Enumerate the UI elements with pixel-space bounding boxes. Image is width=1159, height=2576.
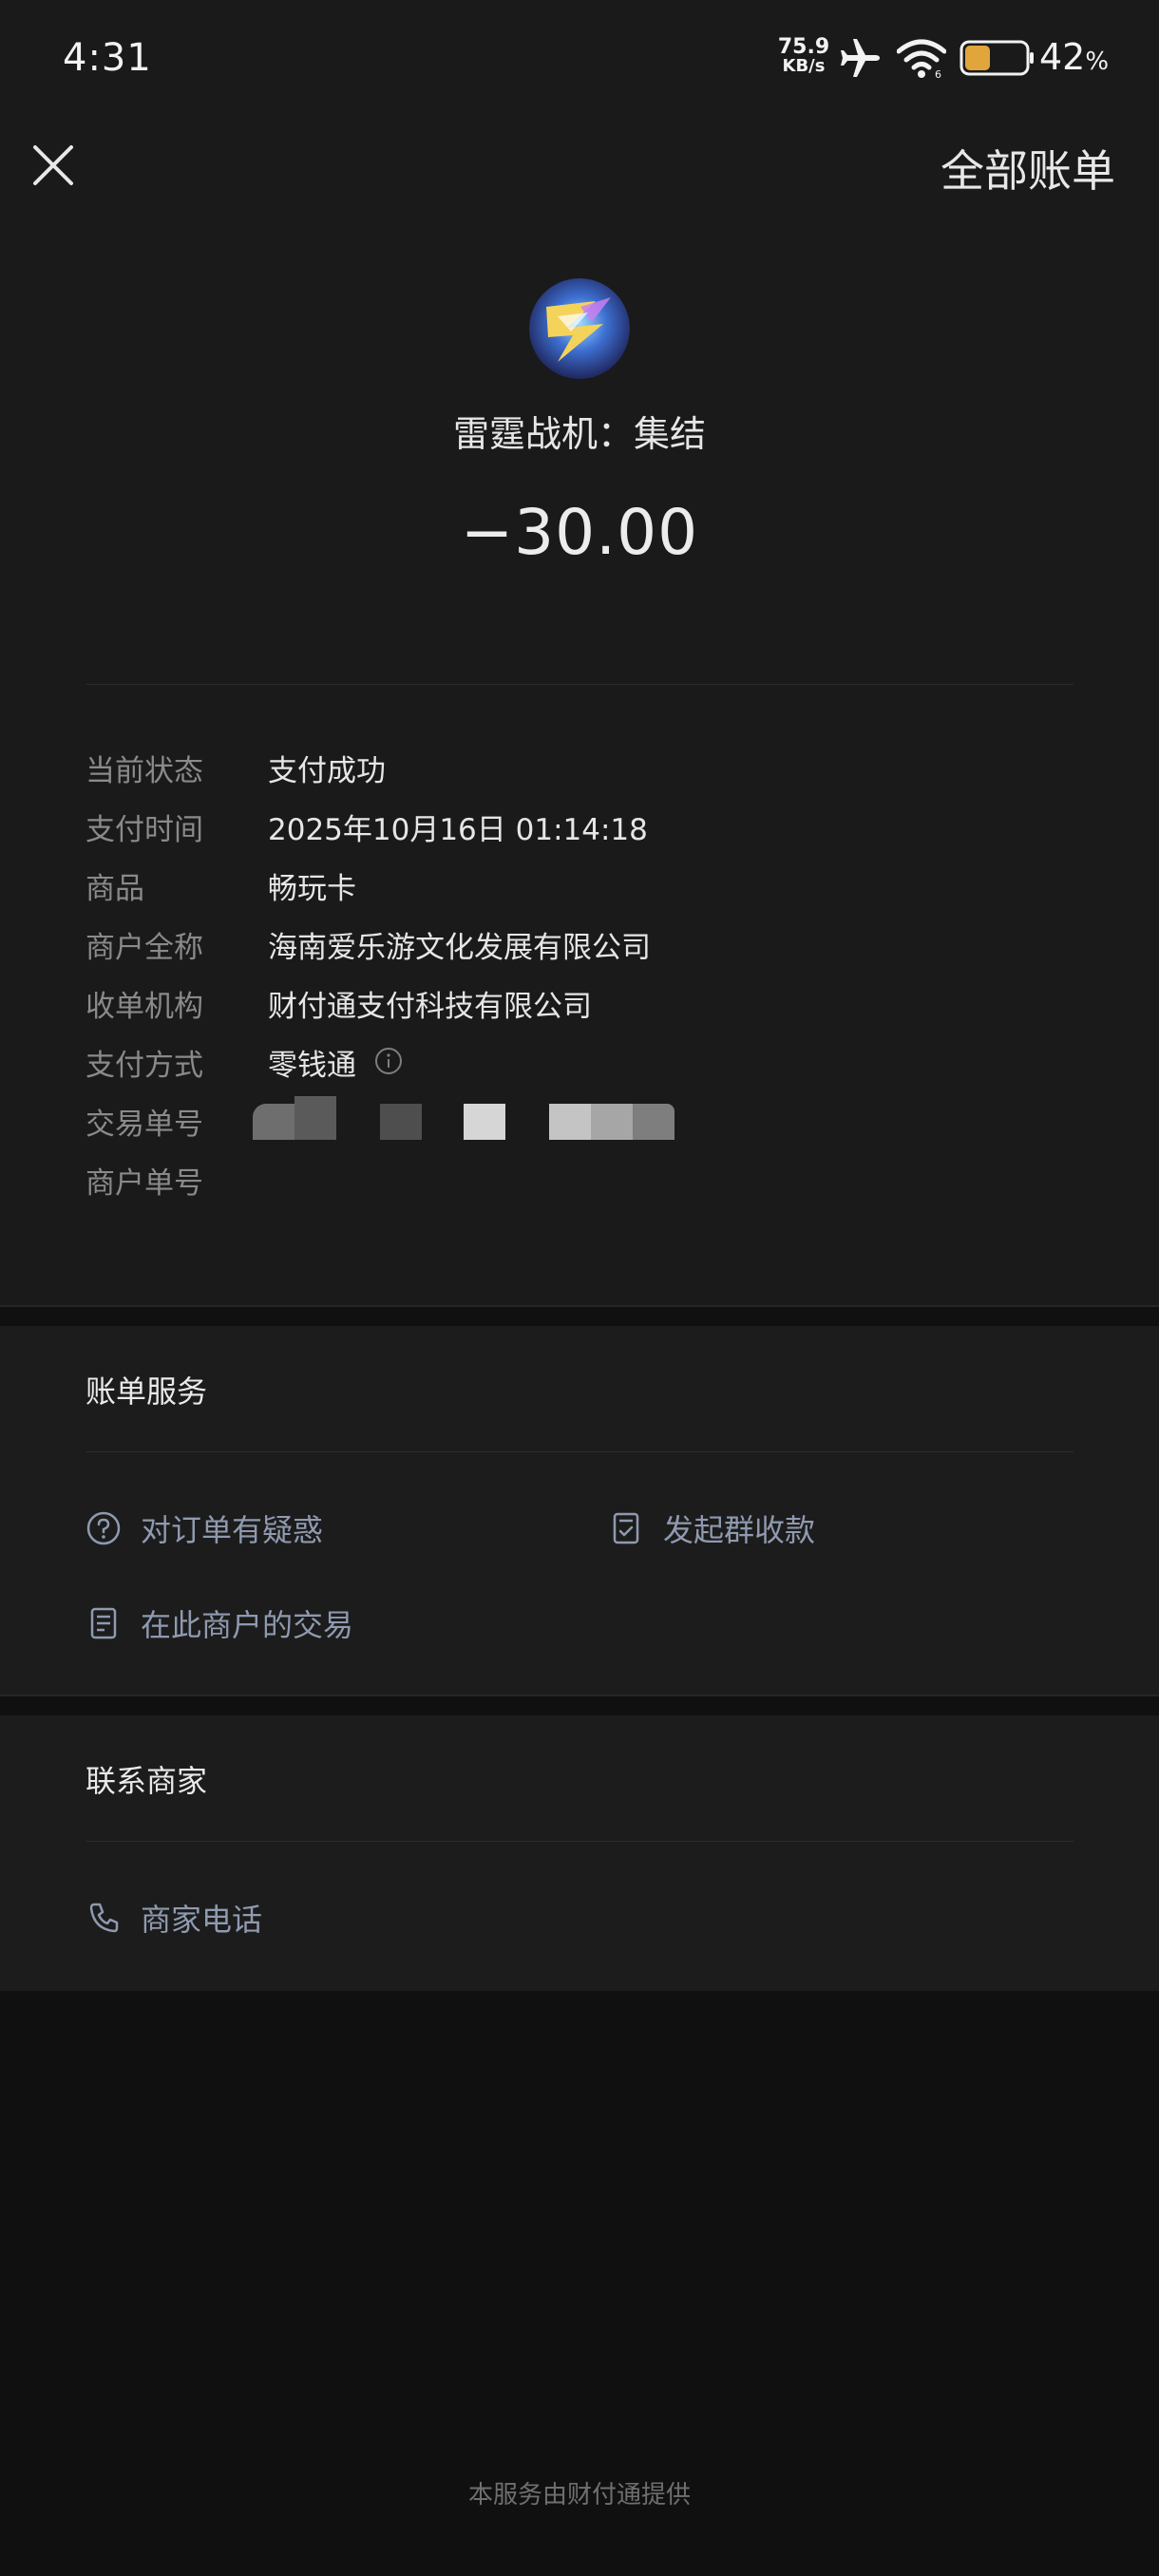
detail-label: 收单机构 (86, 990, 203, 1024)
detail-value: 支付成功 (268, 754, 386, 788)
battery-percentage-value: 42 (1039, 36, 1086, 78)
airplane-mode-icon (841, 39, 880, 77)
detail-label: 商户全称 (86, 931, 203, 965)
network-speed: 75.9 KB/s (777, 35, 830, 76)
status-time: 4:31 (63, 36, 152, 80)
network-speed-value: 75.9 (777, 35, 830, 59)
detail-label: 交易单号 (86, 1108, 203, 1142)
section-divider (0, 1695, 1159, 1696)
section-divider (0, 1305, 1159, 1307)
detail-label: 商品 (86, 872, 144, 906)
transaction-detail: 雷霆战机：集结 −30.00 当前状态 支付成功 支付时间 2025年10月16… (0, 209, 1159, 1305)
merchant-phone-label: 商家电话 (141, 1902, 263, 1938)
merchant-name: 雷霆战机：集结 (452, 413, 706, 455)
group-collection-button[interactable]: 发起群收款 (608, 1506, 1007, 1554)
wifi-icon: 6 (897, 39, 946, 80)
detail-label: 商户单号 (86, 1166, 203, 1201)
question-circle-icon (86, 1511, 121, 1545)
bill-services-title: 账单服务 (86, 1373, 208, 1410)
detail-value: 零钱通 (268, 1049, 356, 1083)
info-circle-icon[interactable] (374, 1047, 403, 1075)
contact-merchant-title: 联系商家 (86, 1763, 208, 1799)
battery-percentage: 42% (1039, 36, 1109, 78)
order-question-label: 对订单有疑惑 (141, 1512, 324, 1548)
divider (86, 684, 1074, 685)
document-list-icon (90, 1607, 117, 1639)
merchant-transactions-button[interactable]: 在此商户的交易 (86, 1601, 484, 1649)
detail-label: 支付时间 (86, 813, 203, 847)
divider (86, 1841, 1074, 1842)
detail-value: 财付通支付科技有限公司 (268, 990, 592, 1024)
close-icon[interactable] (27, 139, 80, 192)
phone-icon (89, 1903, 119, 1933)
detail-label: 支付方式 (86, 1049, 203, 1083)
detail-value: 海南爱乐游文化发展有限公司 (268, 931, 651, 965)
detail-label: 当前状态 (86, 754, 203, 788)
all-bills-button[interactable]: 全部账单 (940, 137, 1115, 199)
detail-row-transaction-id: 交易单号 (86, 1096, 750, 1147)
redacted-value (253, 1096, 785, 1140)
bill-services-section: 账单服务 对订单有疑惑 发起群收款 在此商户的交易 (0, 1326, 1159, 1695)
merchant-phone-button[interactable]: 商家电话 (86, 1896, 484, 1943)
network-speed-unit: KB/s (782, 56, 826, 76)
merchant-logo-icon (529, 278, 630, 379)
order-question-button[interactable]: 对订单有疑惑 (86, 1506, 484, 1554)
battery-icon (960, 40, 1034, 76)
bill-detail-page: 4:31 75.9 KB/s 6 42% 全部账单 雷霆战机：集结 −30.00… (0, 0, 1159, 2576)
group-collection-label: 发起群收款 (663, 1512, 816, 1548)
top-bar: 全部账单 (0, 114, 1159, 209)
status-bar: 4:31 75.9 KB/s 6 42% (0, 0, 1159, 114)
transaction-amount: −30.00 (460, 496, 699, 569)
contact-merchant-section: 联系商家 商家电话 (0, 1715, 1159, 1991)
service-provider-note: 本服务由财付通提供 (467, 2481, 691, 2510)
divider (86, 1451, 1074, 1452)
battery-percentage-suffix: % (1085, 47, 1110, 76)
merchant-avatar (529, 278, 630, 379)
detail-value: 2025年10月16日 01:14:18 (268, 813, 648, 847)
svg-text:6: 6 (935, 68, 941, 80)
document-check-icon (613, 1512, 639, 1544)
detail-value: 畅玩卡 (268, 872, 356, 906)
merchant-transactions-label: 在此商户的交易 (141, 1607, 354, 1643)
